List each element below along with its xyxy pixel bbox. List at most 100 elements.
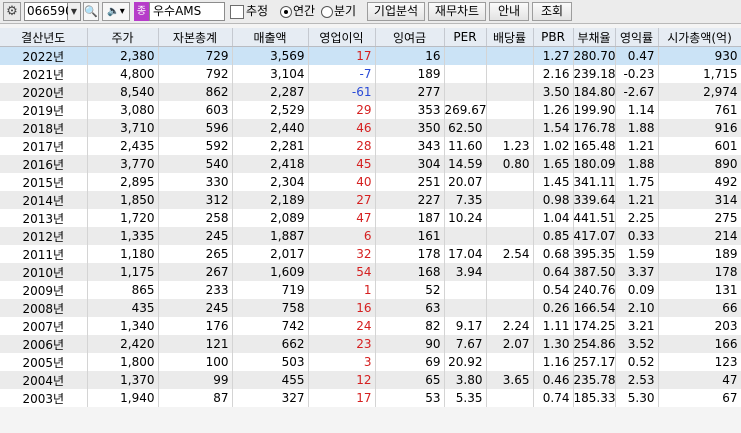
table-cell: 350 [375, 119, 445, 137]
table-cell: 2015년 [0, 173, 88, 191]
financial-chart-button[interactable]: 재무차트 [428, 2, 486, 21]
table-cell [486, 281, 534, 299]
table-cell: 3,080 [87, 101, 159, 119]
table-cell: 0.46 [533, 371, 574, 389]
company-name-field[interactable]: 우수AMS [149, 2, 225, 21]
table-row[interactable]: 2017년 2,435 592 2,281 28 343 11.60 1.23 1.02 165.… [0, 137, 741, 155]
column-header[interactable]: 매출액 [232, 28, 309, 47]
table-cell: 2.53 [615, 371, 659, 389]
column-header[interactable]: 결산년도 [0, 28, 88, 47]
table-cell: 245 [158, 227, 233, 245]
table-cell: 2020년 [0, 83, 88, 101]
quarter-radio[interactable] [321, 6, 333, 18]
table-row[interactable]: 2004년 1,370 99 455 12 65 3.80 3.65 0.46 235.78 2.5… [0, 371, 741, 389]
table-row[interactable]: 2005년 1,800 100 503 3 69 20.92 1.16 257.17 0.52 12… [0, 353, 741, 371]
table-row[interactable]: 2019년 3,080 603 2,529 29 353 269.67 1.26 199.90 1… [0, 101, 741, 119]
table-cell [444, 281, 487, 299]
column-header[interactable]: 잉여금 [375, 28, 445, 47]
table-cell: 67 [658, 389, 741, 407]
table-cell: 3.65 [486, 371, 534, 389]
stock-code-input[interactable]: 066590 [24, 2, 73, 21]
table-cell: 3.80 [444, 371, 487, 389]
table-cell [486, 191, 534, 209]
table-cell: 69 [375, 353, 445, 371]
table-row[interactable]: 2016년 3,770 540 2,418 45 304 14.59 0.80 1.65 180.… [0, 155, 741, 173]
table-cell: 16 [375, 46, 445, 65]
table-cell: 2018년 [0, 119, 88, 137]
guide-button[interactable]: 안내 [489, 2, 529, 21]
table-row[interactable]: 2007년 1,340 176 742 24 82 9.17 2.24 1.11 174.25 3.… [0, 317, 741, 335]
table-cell [486, 299, 534, 317]
table-cell: 387.50 [573, 263, 616, 281]
table-cell [486, 173, 534, 191]
table-cell: 8,540 [87, 83, 159, 101]
table-cell: 267 [158, 263, 233, 281]
table-cell: 62.50 [444, 119, 487, 137]
table-cell: 2,017 [232, 245, 309, 263]
table-cell: 2012년 [0, 227, 88, 245]
table-cell: 304 [375, 155, 445, 173]
table-cell: 258 [158, 209, 233, 227]
table-row[interactable]: 2015년 2,895 330 2,304 40 251 20.07 1.45 341.11 1.… [0, 173, 741, 191]
estimate-checkbox[interactable] [230, 5, 244, 19]
table-cell: 0.68 [533, 245, 574, 263]
table-row[interactable]: 2011년 1,180 265 2,017 32 178 17.04 2.54 0.68 395.… [0, 245, 741, 263]
column-header[interactable]: 주가 [87, 28, 159, 47]
table-row[interactable]: 2013년 1,720 258 2,089 47 187 10.24 1.04 441.51 2.… [0, 209, 741, 227]
table-cell: 2016년 [0, 155, 88, 173]
table-row[interactable]: 2003년 1,940 87 327 17 53 5.35 0.74 185.33 5.30 67 [0, 389, 741, 407]
table-cell: 1.21 [615, 191, 659, 209]
table-cell: 187 [375, 209, 445, 227]
table-cell: 2010년 [0, 263, 88, 281]
table-row[interactable]: 2012년 1,335 245 1,887 6 161 0.85 417.07 0.33 214 [0, 227, 741, 245]
column-header[interactable]: 자본총계 [158, 28, 233, 47]
column-header[interactable]: 영업이익 [308, 28, 376, 47]
table-cell: -7 [308, 65, 376, 83]
column-header[interactable]: 배당률 [486, 28, 534, 47]
table-row[interactable]: 2009년 865 233 719 1 52 0.54 240.76 0.09 131 [0, 281, 741, 299]
table-row[interactable]: 2014년 1,850 312 2,189 27 227 7.35 0.98 339.64 1.2… [0, 191, 741, 209]
company-analysis-button[interactable]: 기업분석 [367, 2, 425, 21]
quarter-label: 분기 [334, 4, 357, 18]
table-cell: 174.25 [573, 317, 616, 335]
table-cell: 257.17 [573, 353, 616, 371]
search-icon[interactable]: 🔍 [83, 2, 99, 21]
table-row[interactable]: 2018년 3,710 596 2,440 46 350 62.50 1.54 176.78 1.… [0, 119, 741, 137]
table-cell: 1,940 [87, 389, 159, 407]
table-cell: 1,720 [87, 209, 159, 227]
table-cell [486, 353, 534, 371]
table-cell: 341.11 [573, 173, 616, 191]
table-cell: 24 [308, 317, 376, 335]
table-row[interactable]: 2008년 435 245 758 16 63 0.26 166.54 2.10 66 [0, 299, 741, 317]
query-button[interactable]: 조회 [532, 2, 572, 21]
table-cell: 47 [308, 209, 376, 227]
table-row[interactable]: 2006년 2,420 121 662 23 90 7.67 2.07 1.30 254.86 3.… [0, 335, 741, 353]
table-cell: 53 [375, 389, 445, 407]
speaker-icon[interactable]: 🔈▾ [102, 2, 130, 21]
table-row[interactable]: 2021년 4,800 792 3,104 -7 189 2.16 239.18 -0.23 1,… [0, 65, 741, 83]
column-header[interactable]: PBR [533, 28, 574, 47]
table-row[interactable]: 2010년 1,175 267 1,609 54 168 3.94 0.64 387.50 3.3… [0, 263, 741, 281]
table-cell: 189 [658, 245, 741, 263]
table-cell: 2017년 [0, 137, 88, 155]
annual-radio[interactable] [280, 6, 292, 18]
gear-icon[interactable]: ⚙ [3, 2, 21, 21]
table-cell: 758 [232, 299, 309, 317]
table-cell: 178 [658, 263, 741, 281]
table-cell: 2004년 [0, 371, 88, 389]
table-cell: 3,569 [232, 46, 309, 65]
table-cell: 1.27 [533, 46, 574, 65]
code-dropdown-chevron-down-icon[interactable]: ▼ [68, 2, 81, 21]
table-cell: 0.98 [533, 191, 574, 209]
column-header[interactable]: PER [444, 28, 487, 47]
column-header[interactable]: 영익률 [615, 28, 659, 47]
table-cell: 189 [375, 65, 445, 83]
column-header[interactable]: 시가총액(억) [658, 28, 741, 47]
table-cell: 45 [308, 155, 376, 173]
table-cell: 280.70 [573, 46, 616, 65]
table-row[interactable]: 2020년 8,540 862 2,287 -61 277 3.50 184.80 -2.67 2… [0, 83, 741, 101]
table-row[interactable]: 2022년 2,380 729 3,569 17 16 1.27 280.70 0.47 930 [0, 46, 741, 65]
table-cell: 245 [158, 299, 233, 317]
table-cell: 761 [658, 101, 741, 119]
column-header[interactable]: 부채율 [573, 28, 616, 47]
